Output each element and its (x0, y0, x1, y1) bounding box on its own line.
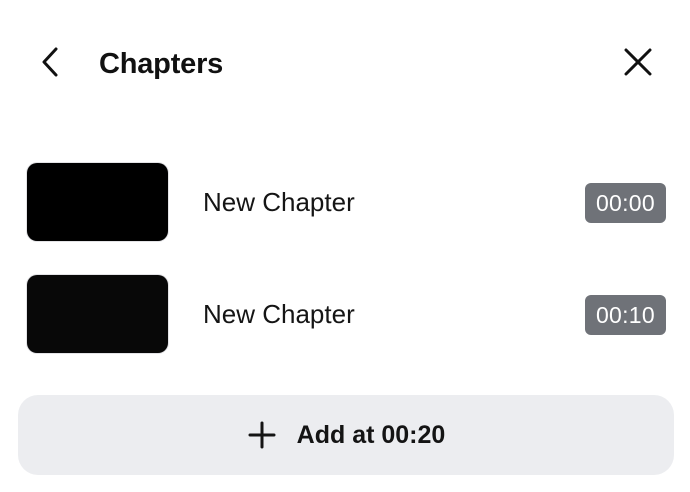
page-title: Chapters (99, 48, 224, 80)
close-icon (623, 47, 653, 82)
chapter-title: New Chapter (203, 299, 355, 329)
chapters-panel: Chapters New Chapter 00:00 New Chapter 0… (0, 0, 690, 492)
chapter-title: New Chapter (203, 187, 355, 217)
chapter-thumbnail (27, 163, 168, 241)
chapter-list: New Chapter 00:00 New Chapter 00:10 (0, 150, 690, 374)
plus-icon (247, 420, 277, 450)
chapter-row[interactable]: New Chapter 00:00 (0, 150, 690, 262)
add-chapter-label: Add at 00:20 (296, 421, 446, 449)
back-button[interactable] (30, 42, 70, 86)
add-chapter-button[interactable]: Add at 00:20 (18, 395, 674, 475)
chevron-left-icon (39, 46, 61, 83)
chapters-header: Chapters (0, 0, 690, 128)
chapter-timestamp-badge: 00:10 (584, 295, 666, 335)
close-button[interactable] (616, 42, 660, 86)
chapter-thumbnail (27, 275, 168, 353)
chapter-timestamp-badge: 00:00 (584, 183, 666, 223)
chapter-row[interactable]: New Chapter 00:10 (0, 262, 690, 374)
